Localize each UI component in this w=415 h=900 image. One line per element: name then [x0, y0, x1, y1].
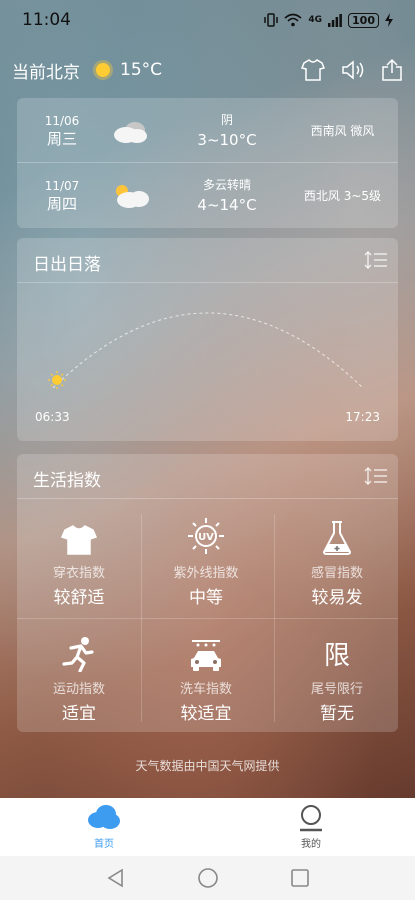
life-index-value: 较易发 [311, 588, 363, 608]
wifi-icon [284, 13, 302, 27]
forecast-condition: 多云转晴 [202, 178, 251, 192]
system-nav-bar [0, 856, 415, 900]
status-bar: 11:04 4G 100 [0, 0, 415, 40]
life-index-item[interactable]: 感冒指数 较易发 [275, 504, 399, 618]
forecast-row[interactable]: 11/07 周四 多云转晴 4~14°C 西北风 3~5级 [17, 163, 398, 227]
recents-icon[interactable] [290, 868, 310, 888]
running-icon [62, 637, 94, 672]
sun-arc [48, 312, 364, 389]
tab-profile[interactable]: 我的 [266, 804, 356, 850]
home-icon[interactable] [197, 867, 219, 889]
life-index-value: 中等 [189, 588, 223, 608]
life-index-card: 生活指数 穿衣指数 较舒适 UV 紫外线指数 中等 感冒指数 较易发 运动指数 … [17, 454, 398, 732]
sort-icon[interactable] [364, 466, 388, 486]
life-index-item[interactable]: 洗车指数 较适宜 [144, 620, 268, 734]
back-icon[interactable] [106, 868, 126, 888]
status-icons: 4G 100 [264, 12, 393, 28]
tab-bar: 首页 我的 [0, 798, 415, 856]
life-index-item[interactable]: UV 紫外线指数 中等 [144, 504, 268, 618]
life-index-title: 生活指数 [33, 471, 101, 491]
life-index-label: 尾号限行 [310, 682, 363, 697]
sunset-time: 17:23 [345, 410, 380, 424]
svg-text:UV: UV [198, 532, 214, 543]
forecast-condition-block: 多云转晴 4~14°C [167, 175, 287, 215]
forecast-card: 11/06 周三 阴 3~10°C 西南风 微风 11/07 周四 多云转晴 4… [17, 98, 398, 228]
location-header: 当前北京 15°C [0, 52, 415, 88]
forecast-condition-block: 阴 3~10°C [167, 110, 287, 150]
flask-icon [322, 521, 352, 555]
divider [17, 618, 398, 619]
life-index-item[interactable]: 穿衣指数 较舒适 [17, 504, 141, 618]
life-index-value: 较适宜 [180, 704, 232, 724]
forecast-date: 11/07 [44, 179, 80, 193]
life-index-label: 感冒指数 [310, 566, 363, 581]
forecast-date: 11/06 [44, 114, 80, 128]
sun-icon [96, 63, 110, 77]
shirt-icon [61, 525, 97, 555]
clock: 11:04 [22, 10, 71, 30]
user-icon [300, 805, 322, 832]
tab-home[interactable]: 首页 [59, 804, 149, 850]
sunrise-time: 06:33 [35, 410, 70, 424]
data-source-note: 天气数据由中国天气网提供 [135, 759, 280, 773]
divider [17, 498, 398, 499]
cloud-icon [88, 805, 120, 829]
location-label[interactable]: 当前北京 [12, 58, 80, 83]
network-label: 4G [308, 15, 323, 25]
life-index-label: 运动指数 [52, 682, 105, 697]
life-index-item[interactable]: 限 尾号限行 暂无 [275, 620, 399, 734]
life-index-value: 适宜 [62, 704, 96, 724]
life-index-grid: 穿衣指数 较舒适 UV 紫外线指数 中等 感冒指数 较易发 运动指数 适宜 洗车… [17, 504, 398, 732]
forecast-temp-range: 3~10°C [197, 131, 257, 149]
sun-position-icon [48, 371, 66, 389]
speaker-icon[interactable] [341, 59, 365, 81]
life-index-label: 洗车指数 [179, 682, 232, 697]
battery-indicator: 100 [348, 12, 379, 28]
forecast-wind: 西北风 3~5级 [303, 188, 382, 203]
forecast-condition: 阴 [220, 113, 233, 127]
shirt-icon[interactable] [301, 59, 325, 81]
share-icon[interactable] [381, 58, 403, 82]
current-temperature: 15°C [120, 60, 163, 80]
forecast-wind: 西南风 微风 [310, 123, 375, 138]
tab-profile-label: 我的 [301, 839, 321, 850]
tab-home-label: 首页 [94, 839, 114, 850]
cloud-icon [107, 110, 167, 150]
forecast-weekday: 周四 [46, 195, 77, 213]
uv-icon: UV [188, 518, 224, 554]
life-index-label: 紫外线指数 [173, 566, 239, 581]
forecast-weekday: 周三 [46, 130, 77, 148]
life-index-label: 穿衣指数 [52, 566, 105, 581]
partly-cloudy-icon [107, 175, 167, 215]
signal-icon [328, 14, 342, 27]
life-index-item[interactable]: 运动指数 适宜 [17, 620, 141, 734]
charging-icon [385, 13, 393, 27]
restriction-icon: 限 [323, 641, 350, 671]
forecast-date-block: 11/07 周四 [17, 177, 107, 213]
sunrise-sunset-card: 日出日落 06:33 17:23 [17, 238, 398, 441]
life-index-value: 暂无 [320, 704, 354, 724]
forecast-row[interactable]: 11/06 周三 阴 3~10°C 西南风 微风 [17, 98, 398, 162]
car-wash-icon [191, 640, 221, 671]
forecast-date-block: 11/06 周三 [17, 112, 107, 148]
forecast-temp-range: 4~14°C [197, 196, 257, 214]
vibrate-icon [264, 13, 279, 27]
life-index-value: 较舒适 [53, 588, 105, 608]
